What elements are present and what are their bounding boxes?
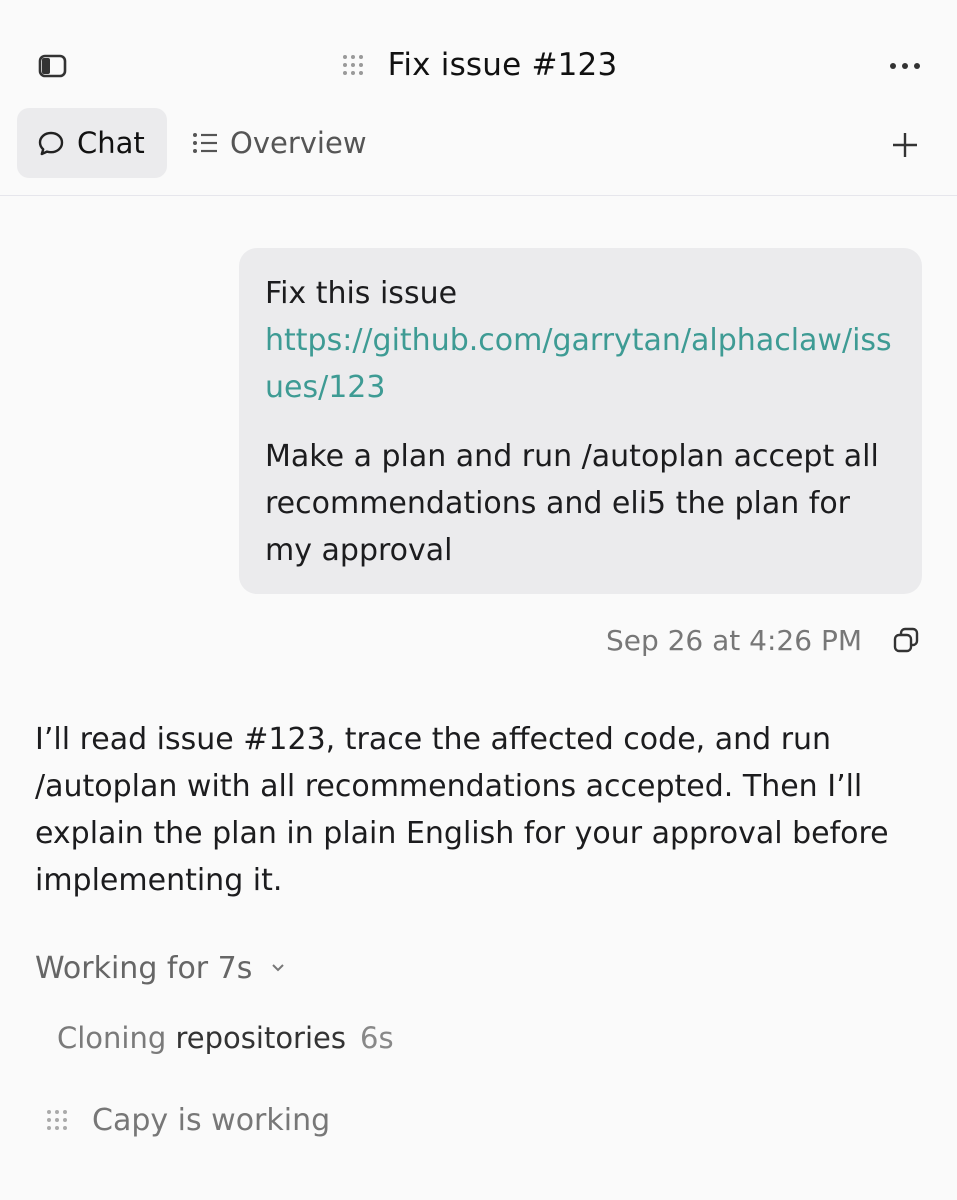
assistant-message: I’ll read issue #123, trace the affected…	[35, 722, 889, 898]
ellipsis-icon	[890, 63, 920, 69]
working-step: Cloning repositories 6s	[57, 1016, 394, 1060]
step-duration: 6s	[360, 1021, 394, 1055]
page-title: Fix issue #123	[387, 47, 618, 83]
chevron-down-icon	[272, 964, 285, 972]
tab-overview[interactable]: Overview	[172, 108, 392, 178]
copy-message-button[interactable]	[890, 624, 922, 656]
issue-link[interactable]: https://github.com/garrytan/alphaclaw/is…	[265, 317, 896, 411]
user-message-body: Make a plan and run /autoplan accept all…	[265, 439, 879, 568]
user-message-bubble: Fix this issue https://github.com/garryt…	[239, 248, 922, 594]
list-icon	[193, 133, 217, 153]
plus-icon	[893, 133, 917, 157]
user-message-line: Fix this issue	[265, 276, 458, 311]
title-bar: Fix issue #123	[0, 0, 957, 110]
agent-status: Capy is working	[44, 1098, 330, 1142]
working-toggle[interactable]: Working for 7s	[35, 945, 286, 991]
tab-chat-label: Chat	[77, 126, 145, 160]
add-tab-button[interactable]	[888, 128, 922, 162]
tab-overview-label: Overview	[230, 126, 367, 160]
message-timestamp: Sep 26 at 4:26 PM	[605, 623, 862, 657]
tab-bar: Chat Overview	[0, 108, 957, 196]
chat-bubble-icon	[38, 131, 64, 156]
drag-grip-icon[interactable]	[340, 52, 366, 78]
more-options-button[interactable]	[888, 54, 922, 78]
loading-grip-icon	[47, 1110, 67, 1130]
message-meta: Sep 26 at 4:26 PM	[0, 615, 922, 665]
tab-chat[interactable]: Chat	[17, 108, 167, 178]
status-text: Capy is working	[92, 1102, 331, 1138]
working-label: Working for 7s	[35, 950, 253, 986]
copy-icon	[893, 627, 919, 653]
step-label: Cloning repositories	[57, 1021, 346, 1055]
